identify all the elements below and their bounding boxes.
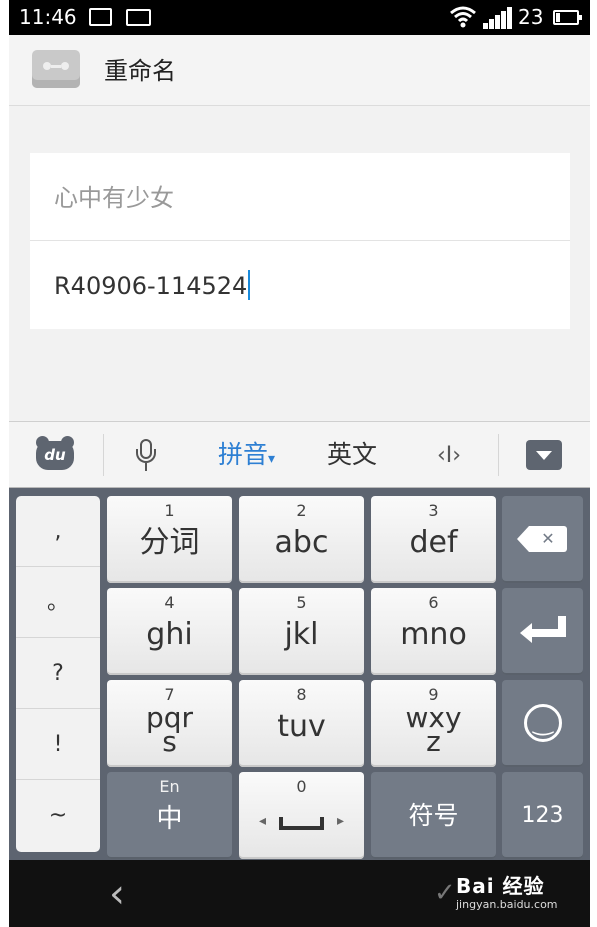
name-field-secondary-text: R40906-114524	[54, 269, 251, 303]
wifi-icon	[450, 6, 476, 28]
smiley-icon: ‿	[524, 704, 562, 742]
microphone-icon[interactable]	[136, 439, 156, 473]
navigation-bar: ‹ ✓ Bai 经验 jingyan.baidu.com	[9, 860, 590, 927]
key-letters: wxy z	[405, 701, 462, 758]
backspace-icon	[517, 526, 567, 552]
status-time: 11:46	[19, 5, 77, 29]
name-field-secondary-value: R40906-114524	[54, 272, 248, 300]
english-mode-button[interactable]: 英文	[327, 439, 377, 471]
key-6[interactable]: 6 mno	[371, 588, 496, 675]
symbols-key[interactable]: 符号	[371, 772, 496, 859]
image-icon	[89, 8, 112, 26]
key-letters: abc	[274, 525, 329, 560]
key-9[interactable]: 9 wxy z	[371, 680, 496, 767]
key-letters: ghi	[146, 617, 193, 652]
back-arrow-icon[interactable]: ‹	[109, 872, 125, 916]
key-1[interactable]: 1 分词	[107, 496, 232, 583]
key-8[interactable]: 8 tuv	[239, 680, 364, 767]
recorder-icon	[32, 50, 80, 88]
key-number: 8	[296, 685, 307, 704]
backspace-key[interactable]	[502, 496, 583, 583]
enter-icon	[520, 616, 566, 646]
key-letters: tuv	[277, 709, 326, 744]
keyboard-toolbar: du 拼音▾ 英文 ‹I›	[9, 421, 590, 488]
punct-question-key[interactable]: ?	[16, 638, 100, 709]
numeric-label: 123	[521, 803, 564, 828]
cursor-move-icon[interactable]: ‹I›	[437, 440, 461, 472]
key-number: 4	[164, 593, 175, 612]
signal-icon	[483, 7, 513, 29]
phone-screen: 11:46 23 重命名 心中有少女 R40906-114524 du 拼音▾ …	[9, 0, 590, 927]
punct-exclaim-key[interactable]: !	[16, 709, 100, 780]
key-number: 3	[428, 501, 439, 520]
key-2[interactable]: 2 abc	[239, 496, 364, 583]
battery-level: 23	[518, 5, 544, 29]
name-field-secondary[interactable]: R40906-114524	[30, 241, 570, 329]
key-number: 2	[296, 501, 307, 520]
arrow-right-icon: ▸	[336, 813, 344, 829]
lang-zh-label: 中	[156, 804, 183, 834]
key-7[interactable]: 7 pqr s	[107, 680, 232, 767]
title-bar: 重命名	[9, 35, 590, 106]
key-letters: def	[409, 525, 458, 560]
screen: 11:46 23 重命名 心中有少女 R40906-114524 du 拼音▾ …	[0, 0, 597, 927]
key-letters: jkl	[284, 617, 319, 652]
symbols-label: 符号	[408, 801, 459, 830]
toolbar-divider	[498, 434, 499, 476]
name-field-primary-text: 心中有少女	[54, 184, 174, 212]
space-key[interactable]: 0 ◂ ▸	[239, 772, 364, 859]
key-number: 1	[164, 501, 175, 520]
punct-tilde-key[interactable]: ~	[16, 780, 100, 851]
keyboard-icon	[126, 9, 151, 26]
watermark-main: Bai 经验	[456, 874, 545, 898]
key-5[interactable]: 5 jkl	[239, 588, 364, 675]
pinyin-mode-button[interactable]: 拼音▾	[218, 439, 275, 475]
baidu-input-logo-button[interactable]: du	[36, 436, 74, 470]
punct-comma-key[interactable]: ,	[16, 496, 100, 567]
page-title: 重命名	[104, 57, 176, 85]
key-number: 5	[296, 593, 307, 612]
watermark-url: jingyan.baidu.com	[456, 898, 558, 911]
key-letters: mno	[400, 617, 467, 652]
du-label: du	[36, 441, 74, 470]
numeric-key[interactable]: 123	[502, 772, 583, 859]
punct-period-key[interactable]: 。	[16, 567, 100, 638]
toolbar-divider	[103, 434, 104, 476]
key-number: 0	[296, 777, 307, 796]
key-letters: 分词	[139, 525, 200, 560]
space-icon	[279, 817, 324, 830]
hide-keyboard-button[interactable]	[526, 440, 562, 470]
key-letters: pqr s	[145, 701, 194, 758]
baidu-watermark: Bai 经验 jingyan.baidu.com	[456, 874, 558, 912]
dropdown-arrow-icon: ▾	[268, 451, 276, 467]
pinyin-label: 拼音	[218, 440, 269, 469]
check-icon[interactable]: ✓	[434, 878, 456, 908]
status-bar: 11:46 23	[9, 0, 590, 35]
language-switch-key[interactable]: En 中	[107, 772, 232, 859]
key-4[interactable]: 4 ghi	[107, 588, 232, 675]
lang-en-label: En	[159, 777, 180, 796]
key-3[interactable]: 3 def	[371, 496, 496, 583]
key-number: 6	[428, 593, 439, 612]
battery-icon	[553, 10, 582, 25]
enter-key[interactable]	[502, 588, 583, 675]
text-caret	[248, 270, 251, 300]
name-field-primary[interactable]: 心中有少女	[30, 153, 570, 241]
arrow-left-icon: ◂	[259, 813, 267, 829]
emoji-key[interactable]: ‿	[502, 680, 583, 767]
keyboard: , 。 ? ! ~ 1 分词 2 abc 3 def 4 ghi 5 jkl 6 mno 7…	[9, 488, 590, 860]
rename-form: 心中有少女 R40906-114524	[30, 153, 570, 329]
punctuation-column[interactable]: , 。 ? ! ~	[16, 496, 100, 852]
